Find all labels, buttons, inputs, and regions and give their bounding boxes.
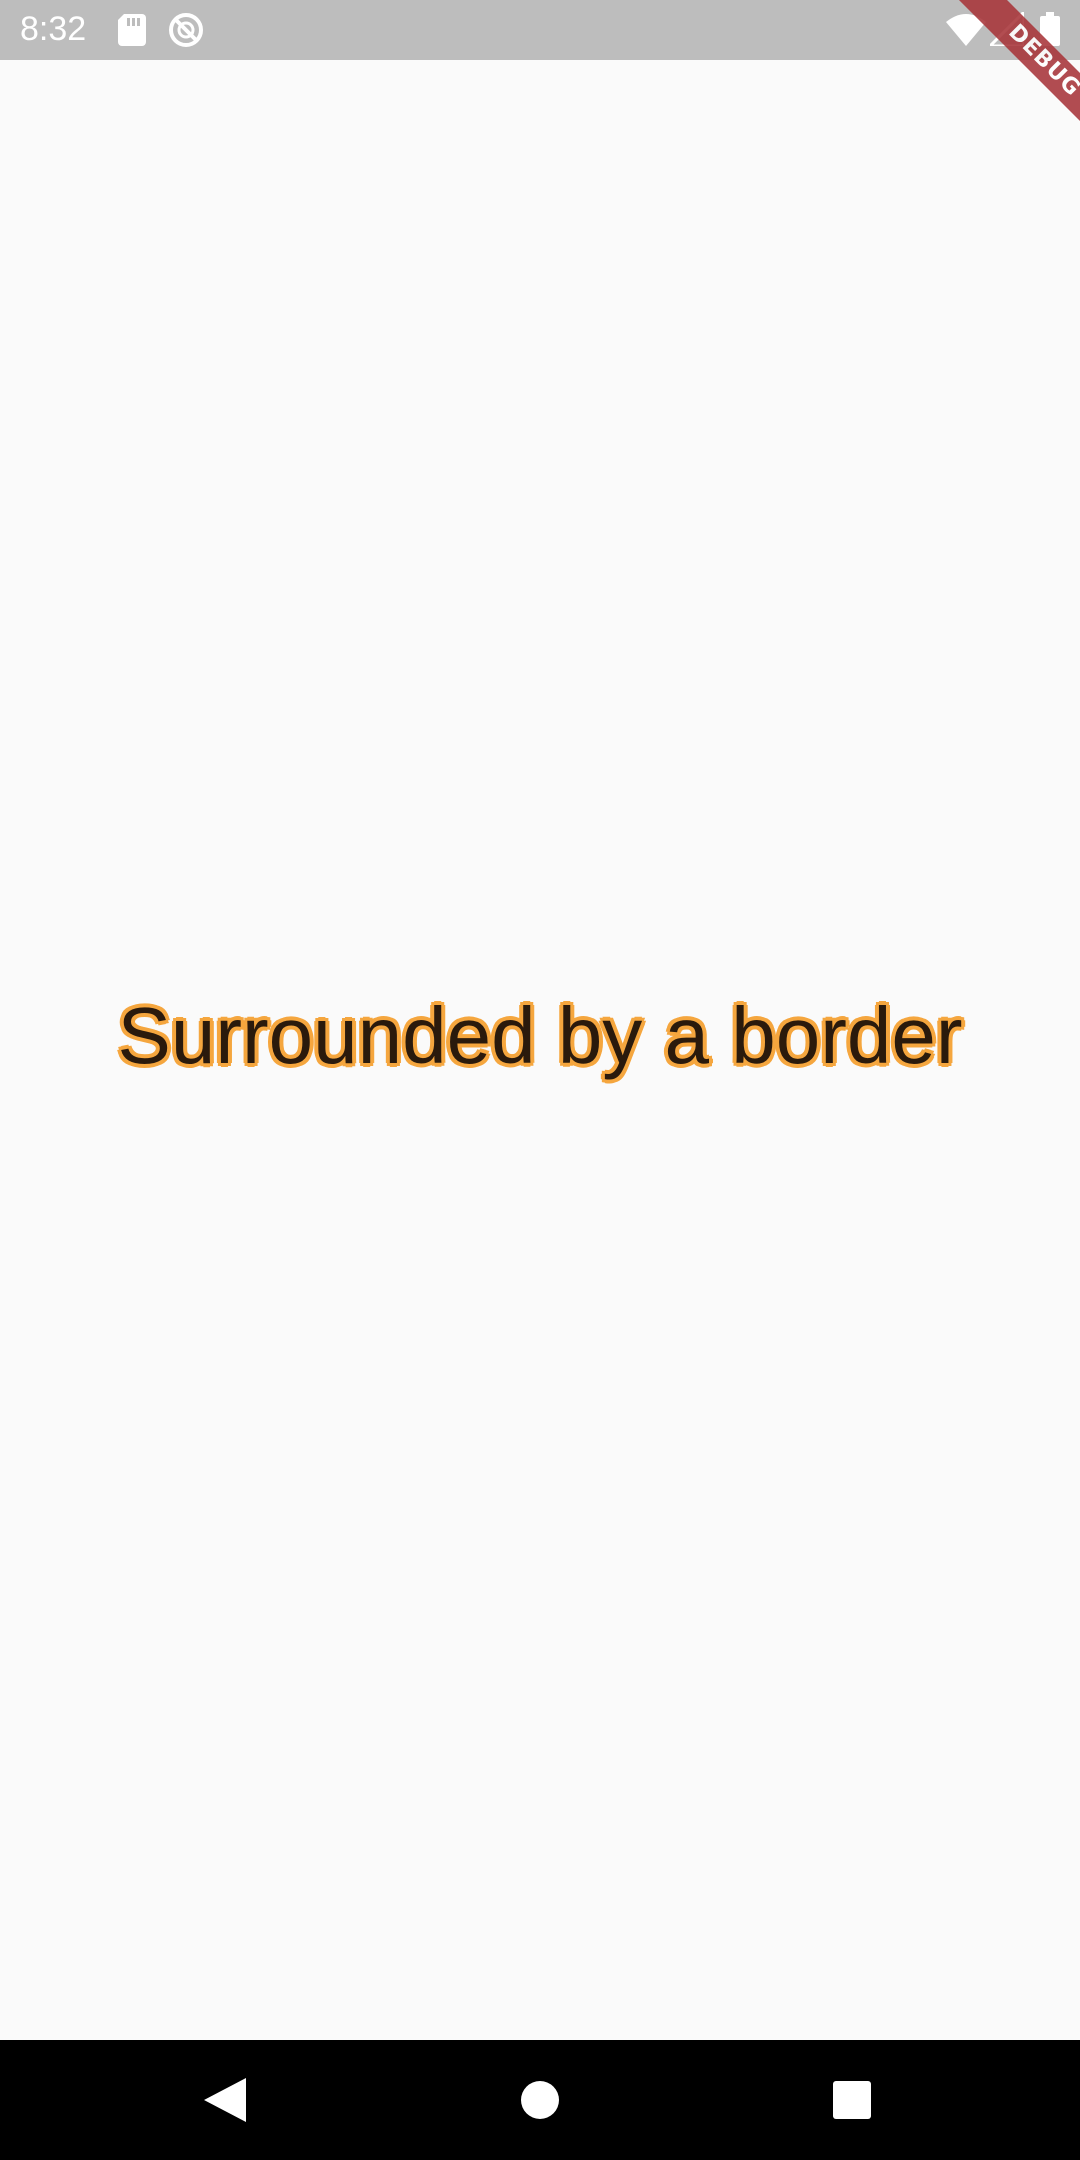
sync-icon [169, 13, 203, 47]
status-bar: 8:32 [0, 0, 1080, 60]
sd-card-icon [118, 14, 146, 46]
battery-icon [1040, 12, 1060, 46]
recents-icon[interactable] [832, 2080, 872, 2120]
back-icon[interactable] [204, 2078, 246, 2122]
home-icon[interactable] [520, 2080, 560, 2120]
status-time: 8:32 [20, 10, 87, 48]
app-screen: 8:32 Surrounded by a border DEBUG [0, 0, 1080, 2160]
wifi-icon [946, 14, 986, 46]
navigation-bar [0, 2040, 1080, 2160]
signal-icon [990, 12, 1024, 46]
bordered-text: Surrounded by a border [117, 991, 963, 1080]
